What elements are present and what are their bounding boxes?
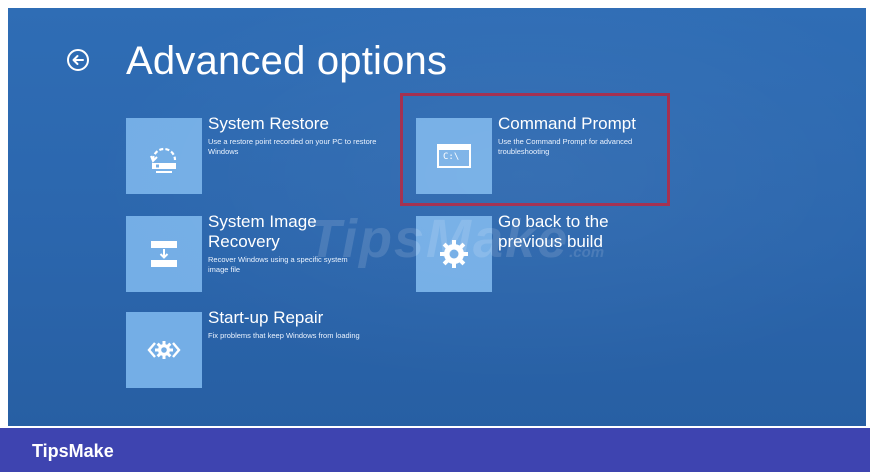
watermark-text: TipsMake xyxy=(308,209,570,269)
option-title: Start-up Repair xyxy=(208,308,324,327)
tile-startup-repair xyxy=(126,312,202,388)
tile-system-image-recovery xyxy=(126,216,202,292)
watermark-suffix: .com xyxy=(569,244,605,261)
system-image-recovery-icon xyxy=(151,241,177,267)
tipsmake-watermark: TipsMake.com xyxy=(308,208,604,270)
command-prompt-highlight-box xyxy=(400,93,670,206)
option-description: Use a restore point recorded on your PC … xyxy=(208,137,377,156)
page-title: Advanced options xyxy=(126,39,448,83)
advanced-options-screen: Advanced options System Restore Use a re… xyxy=(8,8,866,426)
option-text-startup-repair: Start-up Repair Fix problems that keep W… xyxy=(208,308,398,341)
option-description: Fix problems that keep Windows from load… xyxy=(208,331,360,340)
image-frame: Advanced options System Restore Use a re… xyxy=(0,0,870,472)
option-text-system-restore: System Restore Use a restore point recor… xyxy=(208,114,398,157)
option-title: System Restore xyxy=(208,114,329,133)
brand-label: TipsMake xyxy=(32,441,114,461)
back-button[interactable] xyxy=(66,48,90,72)
tile-system-restore xyxy=(126,118,202,194)
startup-repair-icon xyxy=(147,341,181,359)
brand-bar: TipsMake xyxy=(0,428,870,472)
system-restore-icon xyxy=(150,147,177,173)
back-arrow-circle-icon xyxy=(67,49,89,71)
